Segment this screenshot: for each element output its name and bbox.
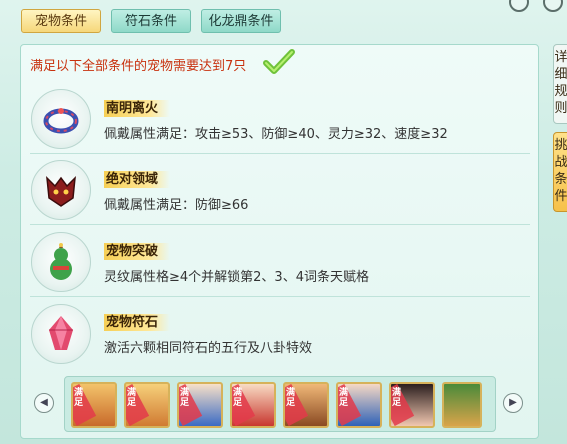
fulfilled-badge: 满足 [127,388,137,408]
condition-name: 南明离火 [104,100,171,117]
close-button[interactable] [543,0,563,12]
fulfilled-badge: 满足 [74,388,84,408]
gourd-icon [31,232,91,292]
pet-portrait[interactable]: 满足 [336,382,382,428]
divider [30,224,530,225]
pet-portrait[interactable]: 满足 [230,382,276,428]
condition-name: 绝对领域 [104,171,171,188]
condition-desc: 激活六颗相同符石的五行及八卦特效 [104,341,313,356]
side-tab-challenge[interactable]: 挑战条件 [553,132,567,212]
condition-name: 宠物突破 [104,243,171,260]
fulfilled-badge: 满足 [339,388,349,408]
help-button[interactable] [509,0,529,12]
pet-portrait[interactable]: 满足 [177,382,223,428]
fulfilled-badge: 满足 [286,388,296,408]
demon-mask-icon [31,160,91,220]
pet-portrait[interactable]: 满足 [283,382,329,428]
divider [30,296,530,297]
crystal-icon [31,304,91,364]
condition-name: 宠物符石 [104,314,171,331]
divider [30,153,530,154]
condition-desc: 灵纹属性格≥4个并解锁第2、3、4词条天赋格 [104,270,369,285]
tab-dragon-cauldron-conditions[interactable]: 化龙鼎条件 [201,9,281,33]
prev-arrow-button[interactable]: ◀ [34,393,54,413]
tab-rune-conditions[interactable]: 符石条件 [111,9,191,33]
pet-portrait[interactable]: 满足 [124,382,170,428]
side-tab-rules[interactable]: 详细规则 [553,44,567,124]
fulfilled-badge: 满足 [392,388,402,408]
condition-desc: 佩戴属性满足：防御≥66 [104,198,249,213]
pet-portrait[interactable]: 满足 [389,382,435,428]
condition-desc: 佩戴属性满足：攻击≥53、防御≥40、灵力≥32、速度≥32 [104,127,448,142]
pet-portrait[interactable]: 满足 [71,382,117,428]
pet-portrait[interactable] [442,382,482,428]
requirement-text: 满足以下全部条件的宠物需要达到7只 [30,59,247,74]
ring-icon [31,89,91,149]
side-tab-challenge-label: 挑战条件 [554,138,567,204]
next-arrow-button[interactable]: ▶ [503,393,523,413]
tab-pet-conditions[interactable]: 宠物条件 [21,9,101,33]
fulfilled-badge: 满足 [180,388,190,408]
checkmark-icon [263,49,295,74]
side-tab-rules-label: 详细规则 [554,50,567,116]
fulfilled-badge: 满足 [233,388,243,408]
